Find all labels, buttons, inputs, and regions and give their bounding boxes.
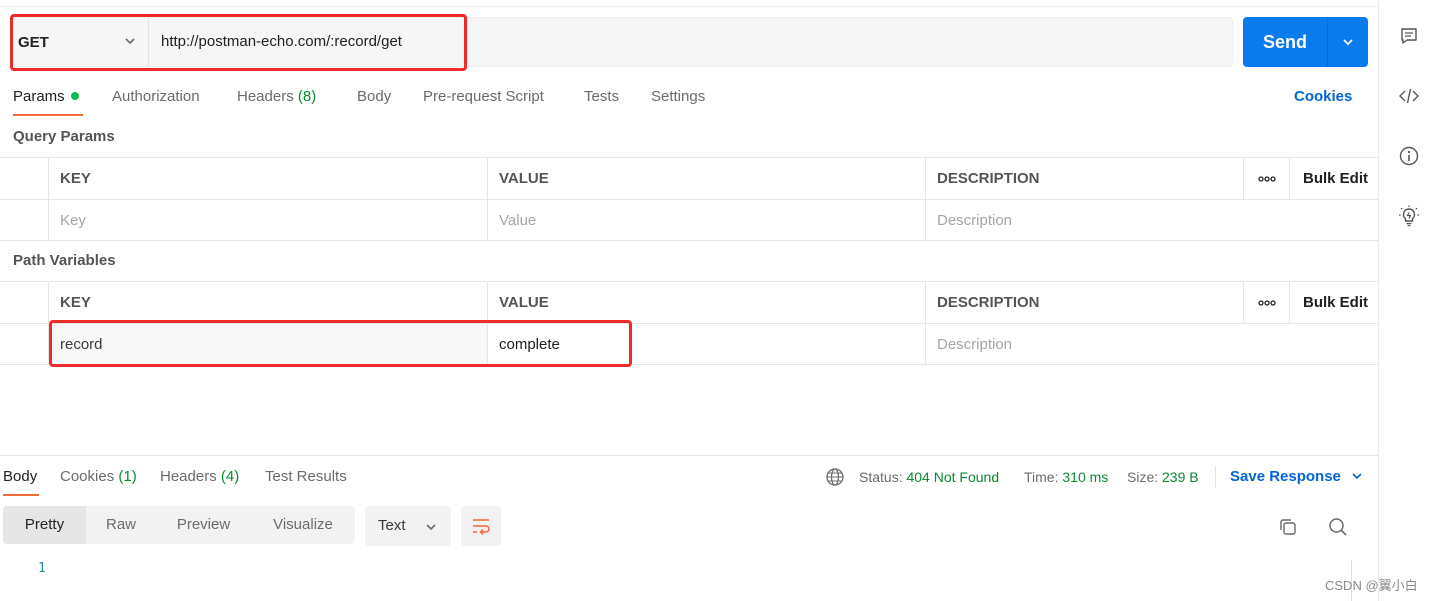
wrap-lines-button[interactable] bbox=[461, 506, 501, 546]
view-mode-visualize[interactable]: Visualize bbox=[251, 506, 355, 544]
chevron-down-icon bbox=[125, 38, 135, 45]
send-button[interactable]: Send bbox=[1243, 17, 1368, 67]
view-mode-raw[interactable]: Raw bbox=[86, 506, 156, 544]
code-icon[interactable] bbox=[1397, 84, 1421, 108]
response-tab-cookies[interactable]: Cookies (1) bbox=[60, 464, 137, 492]
value-column-header: VALUE bbox=[487, 282, 925, 323]
tab-label: Settings bbox=[651, 88, 706, 105]
chevron-down-icon bbox=[1352, 473, 1362, 480]
chevron-down-icon bbox=[1343, 39, 1353, 46]
url-bar: GET http://postman-echo.com/:record/get bbox=[12, 17, 1233, 67]
value-input[interactable]: Value bbox=[487, 200, 925, 241]
send-label: Send bbox=[1262, 32, 1307, 52]
query-params-empty-row: Key Value Description bbox=[0, 199, 1378, 241]
url-input[interactable]: http://postman-echo.com/:record/get bbox=[161, 18, 402, 66]
format-select[interactable]: Text bbox=[365, 506, 451, 546]
size-value: 239 B bbox=[1162, 469, 1199, 485]
tab-label: Authorization bbox=[112, 88, 200, 105]
request-panel: GET http://postman-echo.com/:record/get … bbox=[0, 0, 1378, 601]
tab-authorization[interactable]: Authorization bbox=[112, 84, 200, 112]
key-input[interactable]: Key bbox=[48, 200, 487, 241]
more-horizontal-icon bbox=[1257, 299, 1276, 306]
view-mode-segmented-control: Pretty Raw Preview Visualize bbox=[3, 506, 355, 544]
path-variable-value[interactable]: complete bbox=[487, 324, 925, 365]
method-label: GET bbox=[18, 33, 49, 51]
bulk-edit-button[interactable]: Bulk Edit bbox=[1289, 158, 1378, 199]
path-variables-header-row: KEY VALUE DESCRIPTION Bulk Edit bbox=[0, 281, 1378, 323]
tab-label: Test Results bbox=[265, 468, 347, 485]
comment-icon[interactable] bbox=[1397, 24, 1421, 48]
lightbulb-icon[interactable] bbox=[1397, 204, 1421, 228]
query-params-header-row: KEY VALUE DESCRIPTION Bulk Edit bbox=[0, 157, 1378, 199]
format-label: Text bbox=[378, 517, 406, 534]
tab-params[interactable]: Params bbox=[13, 84, 79, 112]
view-mode-pretty[interactable]: Pretty bbox=[3, 506, 86, 544]
more-options-button[interactable] bbox=[1243, 282, 1289, 323]
response-tab-test-results[interactable]: Test Results bbox=[265, 464, 347, 492]
time-value: 310 ms bbox=[1062, 469, 1109, 485]
tab-tests[interactable]: Tests bbox=[584, 84, 619, 112]
response-tab-headers[interactable]: Headers (4) bbox=[160, 464, 239, 492]
key-column-header: KEY bbox=[48, 158, 487, 199]
tab-settings[interactable]: Settings bbox=[651, 84, 705, 112]
description-input[interactable]: Description bbox=[925, 324, 1378, 365]
wrap-lines-icon bbox=[473, 519, 490, 535]
description-column-header: DESCRIPTION bbox=[925, 282, 1243, 323]
copy-icon[interactable] bbox=[1276, 515, 1300, 539]
time-label: Time: bbox=[1024, 469, 1059, 485]
response-divider bbox=[0, 455, 1378, 456]
path-variables-title: Path Variables bbox=[13, 252, 116, 269]
tab-headers[interactable]: Headers (8) bbox=[237, 84, 316, 112]
tab-pre-request-script[interactable]: Pre-request Script bbox=[423, 84, 544, 112]
params-indicator-dot bbox=[70, 92, 79, 100]
search-icon[interactable] bbox=[1326, 515, 1350, 539]
more-options-button[interactable] bbox=[1243, 158, 1289, 199]
tab-count: (1) bbox=[118, 468, 137, 485]
tab-body[interactable]: Body bbox=[357, 84, 391, 112]
response-time: Time: 310 ms bbox=[1024, 464, 1108, 490]
path-variable-row: record complete Description bbox=[0, 323, 1378, 365]
tab-label: Pre-request Script bbox=[423, 88, 544, 105]
tab-label: Params bbox=[13, 88, 65, 105]
description-input[interactable]: Description bbox=[925, 200, 1378, 241]
line-number: 1 bbox=[38, 561, 46, 576]
tab-label: Headers bbox=[160, 468, 217, 485]
watermark: CSDN @翼小白 bbox=[1325, 578, 1418, 593]
send-options-button[interactable] bbox=[1328, 17, 1368, 67]
right-sidebar bbox=[1378, 0, 1438, 601]
tab-label: Body bbox=[357, 88, 392, 105]
query-params-title: Query Params bbox=[13, 128, 115, 145]
value-column-header: VALUE bbox=[487, 158, 925, 199]
tab-count: (4) bbox=[220, 468, 240, 485]
top-divider bbox=[0, 6, 1378, 7]
status-divider bbox=[1215, 466, 1216, 488]
bulk-edit-button[interactable]: Bulk Edit bbox=[1289, 282, 1378, 323]
more-horizontal-icon bbox=[1257, 175, 1276, 182]
path-variable-key[interactable]: record bbox=[48, 324, 487, 365]
status-label: Status: bbox=[859, 469, 903, 485]
description-column-header: DESCRIPTION bbox=[925, 158, 1243, 199]
size-label: Size: bbox=[1127, 469, 1159, 485]
chevron-down-icon bbox=[426, 524, 436, 531]
response-tab-body[interactable]: Body bbox=[3, 464, 37, 492]
tab-label: Headers bbox=[237, 88, 294, 105]
tab-label: Cookies bbox=[60, 468, 115, 485]
tab-label: Tests bbox=[584, 88, 620, 105]
method-select[interactable]: GET bbox=[13, 18, 149, 66]
info-icon[interactable] bbox=[1397, 144, 1421, 168]
active-response-tab-indicator bbox=[3, 494, 39, 496]
view-mode-preview[interactable]: Preview bbox=[156, 506, 251, 544]
tab-count: (8) bbox=[297, 88, 317, 105]
response-status: Status: 404 Not Found bbox=[859, 464, 999, 490]
active-tab-indicator bbox=[13, 114, 83, 116]
key-column-header: KEY bbox=[48, 282, 487, 323]
cookies-link[interactable]: Cookies bbox=[1294, 84, 1352, 110]
tab-label: Body bbox=[3, 468, 38, 485]
save-response-label: Save Response bbox=[1230, 468, 1341, 485]
globe-icon[interactable] bbox=[823, 465, 847, 489]
response-size: Size: 239 B bbox=[1127, 464, 1199, 490]
save-response-button[interactable]: Save Response bbox=[1230, 464, 1363, 490]
status-value: 404 Not Found bbox=[906, 469, 1000, 485]
